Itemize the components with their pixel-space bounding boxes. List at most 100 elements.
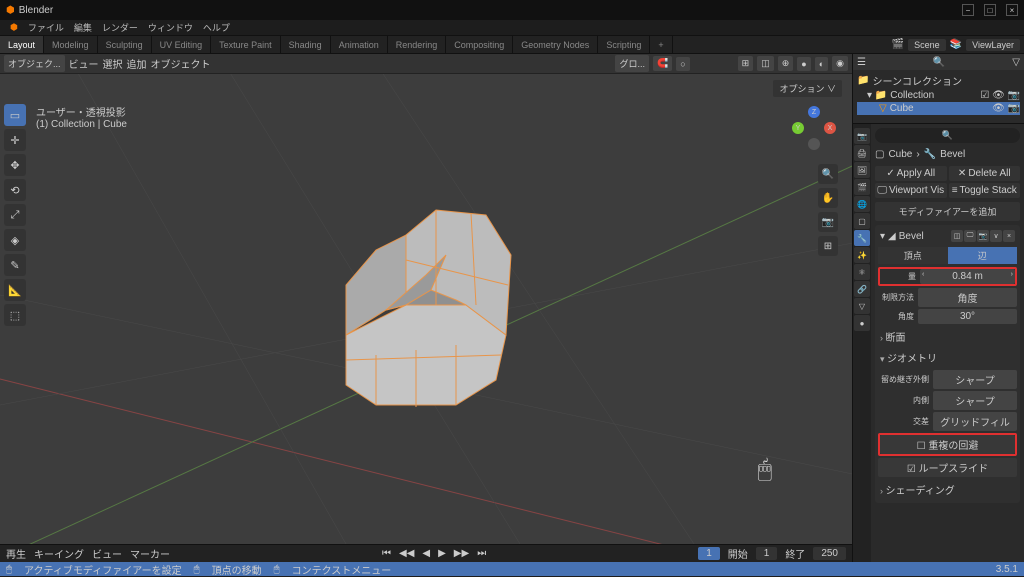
end-frame[interactable]: 250 xyxy=(813,547,846,560)
shading-wireframe-icon[interactable]: ⊕ xyxy=(778,56,794,71)
miter-inner-dropdown[interactable]: シャープ xyxy=(933,391,1017,410)
shading-material-icon[interactable]: ◐ xyxy=(815,57,828,71)
options-dropdown[interactable]: オプション ∨ xyxy=(773,80,842,97)
timeline-marker-menu[interactable]: マーカー xyxy=(130,546,170,561)
tool-transform[interactable]: ◈ xyxy=(4,229,26,251)
collapse-icon[interactable]: ▾ xyxy=(880,231,885,242)
angle-field[interactable]: 30° xyxy=(918,309,1017,324)
xray-icon[interactable]: ◫ xyxy=(757,56,774,71)
tab-output-icon[interactable]: 🖨 xyxy=(854,145,870,161)
mod-render-icon[interactable]: 📷 xyxy=(977,230,989,242)
tab-particles-icon[interactable]: ✨ xyxy=(854,247,870,263)
next-keyframe-icon[interactable]: ▶▶ xyxy=(451,548,472,559)
tab-texture-paint[interactable]: Texture Paint xyxy=(211,36,281,53)
vp-menu-select[interactable]: 選択 xyxy=(103,56,123,71)
tab-object-icon[interactable]: ▢ xyxy=(854,213,870,229)
gizmo-z[interactable]: Z xyxy=(808,106,820,118)
perspective-icon[interactable]: ⊞ xyxy=(818,236,838,256)
menu-edit[interactable]: 編集 xyxy=(70,21,96,34)
scene-field[interactable]: Scene xyxy=(908,39,946,51)
outliner-scene-collection[interactable]: 📁 シーンコレクション xyxy=(857,72,1020,89)
maximize-button[interactable]: □ xyxy=(984,4,996,16)
tab-animation[interactable]: Animation xyxy=(331,36,388,53)
tab-modeling[interactable]: Modeling xyxy=(44,36,98,53)
section-shading[interactable]: › シェーディング xyxy=(878,479,1017,500)
gizmo-y[interactable]: Y xyxy=(792,122,804,134)
tab-uv-editing[interactable]: UV Editing xyxy=(152,36,212,53)
section-profile[interactable]: › 断面 xyxy=(878,326,1017,347)
mesh-cube[interactable] xyxy=(286,155,566,435)
gizmo-nz[interactable] xyxy=(808,138,820,150)
orientation-dropdown[interactable]: グロ... xyxy=(615,55,649,72)
tab-modifier-icon[interactable]: 🔧 xyxy=(854,230,870,246)
delete-all-button[interactable]: ✕Delete All xyxy=(949,166,1021,181)
tab-viewlayer-icon[interactable]: 🖼 xyxy=(854,162,870,178)
viewport-vis-button[interactable]: 🖵Viewport Vis xyxy=(875,183,947,198)
outliner-collection[interactable]: ▾ 📁Collection ☑ 👁 📷 xyxy=(857,89,1020,102)
outliner-filter-button[interactable]: ▽ xyxy=(1012,57,1020,68)
tool-select[interactable]: ▭ xyxy=(4,104,26,126)
tab-shading[interactable]: Shading xyxy=(281,36,331,53)
mod-display-icon[interactable]: 🖵 xyxy=(964,230,976,242)
menu-file[interactable]: ファイル xyxy=(24,21,68,34)
breadcrumb-modifier[interactable]: Bevel xyxy=(940,149,965,160)
tab-compositing[interactable]: Compositing xyxy=(446,36,513,53)
jump-end-icon[interactable]: ⏭ xyxy=(474,548,489,559)
pan-icon[interactable]: ✋ xyxy=(818,188,838,208)
tab-add[interactable]: + xyxy=(650,36,672,53)
tool-cursor[interactable]: ✛ xyxy=(4,129,26,151)
mod-edit-icon[interactable]: ◫ xyxy=(951,230,963,242)
menu-window[interactable]: ウィンドウ xyxy=(144,21,197,34)
tab-sculpting[interactable]: Sculpting xyxy=(98,36,152,53)
tab-mesh-icon[interactable]: ▽ xyxy=(854,298,870,314)
mod-menu-icon[interactable]: ∨ xyxy=(990,230,1002,242)
intersect-dropdown[interactable]: グリッドフィル xyxy=(933,412,1017,431)
tab-scene-icon[interactable]: 🎬 xyxy=(854,179,870,195)
shading-solid-icon[interactable]: ● xyxy=(797,57,810,71)
close-button[interactable]: × xyxy=(1006,4,1018,16)
outliner-filter-icon[interactable]: ☰ xyxy=(857,57,866,68)
affect-edges[interactable]: 辺 xyxy=(948,247,1018,264)
toggle-stack-button[interactable]: ≡Toggle Stack xyxy=(949,183,1021,198)
vp-menu-object[interactable]: オブジェクト xyxy=(151,56,211,71)
amount-field[interactable]: ‹0.84 m› xyxy=(920,269,1015,284)
overlay-toggle-icon[interactable]: ⊞ xyxy=(738,56,754,71)
prev-keyframe-icon[interactable]: ◀◀ xyxy=(396,548,417,559)
gizmo-x[interactable]: X xyxy=(824,122,836,134)
mod-delete-icon[interactable]: × xyxy=(1003,230,1015,242)
tool-rotate[interactable]: ⟲ xyxy=(4,179,26,201)
tab-layout[interactable]: Layout xyxy=(0,36,44,53)
tab-scripting[interactable]: Scripting xyxy=(598,36,650,53)
proportional-icon[interactable]: ○ xyxy=(676,57,689,71)
modifier-name[interactable]: Bevel xyxy=(899,231,924,242)
play-reverse-icon[interactable]: ◀ xyxy=(419,548,433,559)
tab-material-icon[interactable]: ● xyxy=(854,315,870,331)
snap-icon[interactable]: 🧲 xyxy=(653,56,672,71)
navigation-gizmo[interactable]: X Y Z xyxy=(790,104,838,152)
outliner-cube[interactable]: ▽ Cube 👁 📷 xyxy=(857,102,1020,115)
clamp-overlap-checkbox[interactable]: ☐ 重複の回避 xyxy=(880,435,1015,454)
camera-icon[interactable]: 📷 xyxy=(818,212,838,232)
section-geometry[interactable]: ▾ ジオメトリ xyxy=(878,347,1017,368)
apply-all-button[interactable]: ✓Apply All xyxy=(875,166,947,181)
tool-add-cube[interactable]: ⬚ xyxy=(4,304,26,326)
affect-vertices[interactable]: 頂点 xyxy=(878,247,948,264)
jump-start-icon[interactable]: ⏮ xyxy=(379,548,394,559)
tab-constraints-icon[interactable]: 🔗 xyxy=(854,281,870,297)
loop-slide-checkbox[interactable]: ☑ ループスライド xyxy=(878,458,1017,477)
tool-move[interactable]: ✥ xyxy=(4,154,26,176)
tab-rendering[interactable]: Rendering xyxy=(388,36,447,53)
tab-physics-icon[interactable]: ⚛ xyxy=(854,264,870,280)
limit-method-dropdown[interactable]: 角度 xyxy=(918,288,1017,307)
start-frame[interactable]: 1 xyxy=(756,547,778,560)
tool-measure[interactable]: 📐 xyxy=(4,279,26,301)
menu-help[interactable]: ヘルプ xyxy=(199,21,234,34)
tool-scale[interactable]: ⤢ xyxy=(4,204,26,226)
current-frame[interactable]: 1 xyxy=(698,547,720,560)
timeline-view-menu[interactable]: ビュー xyxy=(92,546,122,561)
minimize-button[interactable]: − xyxy=(962,4,974,16)
tab-geometry-nodes[interactable]: Geometry Nodes xyxy=(513,36,598,53)
vp-menu-view[interactable]: ビュー xyxy=(69,56,99,71)
tool-annotate[interactable]: ✎ xyxy=(4,254,26,276)
play-icon[interactable]: ▶ xyxy=(435,548,449,559)
